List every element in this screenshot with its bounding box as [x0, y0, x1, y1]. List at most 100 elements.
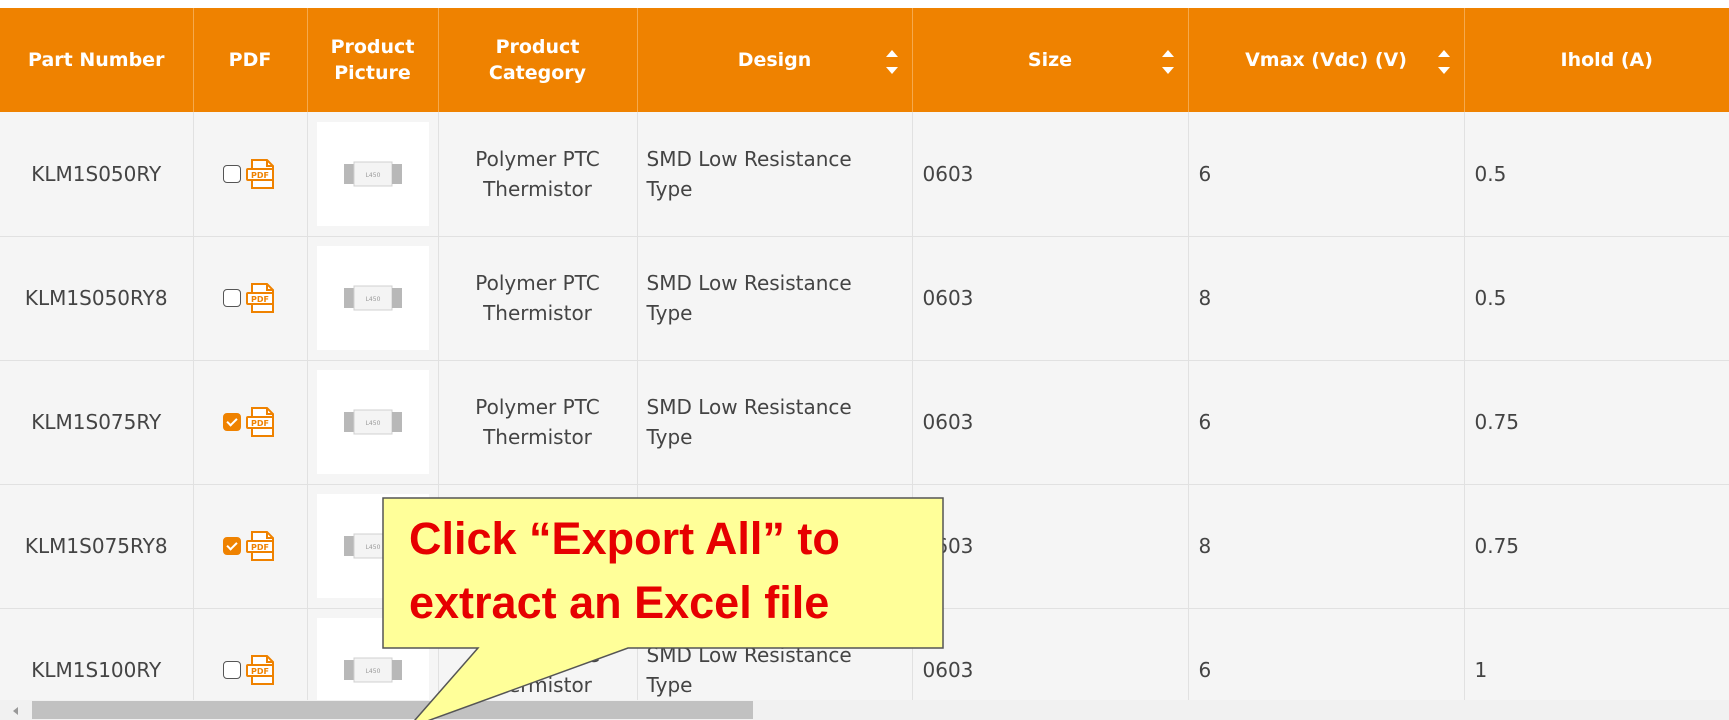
- design-line: Type: [646, 425, 693, 449]
- cell-ihold: 0.75: [1464, 360, 1729, 485]
- checkbox-icon[interactable]: [223, 413, 241, 431]
- header-product-category[interactable]: Product Category: [438, 8, 638, 112]
- design-line: Type: [646, 673, 693, 697]
- svg-text:PDF: PDF: [251, 419, 269, 428]
- category-line: Polymer PTC: [475, 271, 600, 295]
- size-value: 0603: [922, 658, 974, 682]
- sort-icon[interactable]: [1161, 50, 1176, 74]
- pdf-icon[interactable]: PDF: [245, 282, 277, 314]
- checkbox-icon[interactable]: [223, 289, 241, 307]
- cell-product-picture: L450: [307, 112, 439, 237]
- cell-ihold: 0.75: [1464, 484, 1729, 609]
- horizontal-scrollbar[interactable]: [0, 700, 1729, 720]
- svg-text:PDF: PDF: [251, 543, 269, 552]
- cell-design: SMD Low Resistance Type: [637, 112, 913, 237]
- header-label-line: Product: [495, 36, 580, 58]
- header-pdf[interactable]: PDF: [193, 8, 308, 112]
- header-product-picture[interactable]: Product Picture: [307, 8, 439, 112]
- product-thumbnail[interactable]: L450: [316, 370, 429, 474]
- cell-part-number[interactable]: KLM1S075RY8: [0, 484, 194, 609]
- pdf-icon[interactable]: PDF: [245, 654, 277, 686]
- header-design[interactable]: Design: [637, 8, 913, 112]
- scrollbar-thumb[interactable]: [32, 701, 753, 719]
- size-value: 0603: [922, 410, 974, 434]
- ihold-value: 0.75: [1474, 410, 1520, 434]
- product-thumbnail[interactable]: L450: [316, 246, 429, 350]
- header-vmax[interactable]: Vmax (Vdc) (V): [1188, 8, 1465, 112]
- cell-product-picture: L450: [307, 236, 439, 361]
- vmax-value: 8: [1198, 286, 1212, 310]
- header-label: Ihold (A): [1560, 49, 1653, 71]
- cell-size: 0603: [912, 484, 1189, 609]
- cell-part-number[interactable]: KLM1S050RY8: [0, 236, 194, 361]
- part-number[interactable]: KLM1S050RY: [31, 162, 161, 186]
- cell-pdf: PDF: [193, 236, 308, 361]
- ptc-component-icon: L450: [343, 285, 402, 311]
- header-label: Vmax (Vdc) (V): [1245, 49, 1407, 71]
- checkbox-icon[interactable]: [223, 537, 241, 555]
- svg-text:L450: L450: [365, 296, 380, 303]
- svg-text:L450: L450: [365, 668, 380, 675]
- size-value: 0603: [922, 286, 974, 310]
- ihold-value: 1: [1474, 658, 1488, 682]
- cell-pdf: PDF: [193, 360, 308, 485]
- cell-size: 0603: [912, 360, 1189, 485]
- scroll-left-icon[interactable]: [13, 707, 18, 715]
- cell-vmax: 8: [1188, 484, 1465, 609]
- cell-pdf: PDF: [193, 484, 308, 609]
- cell-ihold: 0.5: [1464, 112, 1729, 237]
- product-thumbnail[interactable]: L450: [316, 121, 429, 226]
- table-row[interactable]: KLM1S075RY PDF L450 Polymer PTC Thermist…: [0, 360, 1729, 485]
- category-line: Thermistor: [483, 673, 592, 697]
- category-line: Polymer PTC: [475, 146, 600, 171]
- vmax-value: 8: [1198, 534, 1212, 558]
- sort-icon[interactable]: [1437, 50, 1452, 74]
- cell-product-category: Polymer PTC Thermistor: [438, 236, 638, 361]
- callout-line: extract an Excel file: [409, 577, 830, 628]
- sort-icon[interactable]: [885, 50, 900, 74]
- callout-text: Click “Export All” to extract an Excel f…: [383, 498, 943, 648]
- cell-vmax: 6: [1188, 112, 1465, 237]
- category-line: Thermistor: [483, 301, 592, 325]
- cell-vmax: 6: [1188, 360, 1465, 485]
- cell-product-picture: L450: [307, 360, 439, 485]
- table-row[interactable]: KLM1S050RY PDF L450 Polymer PTC Thermist…: [0, 112, 1729, 237]
- ptc-component-icon: L450: [343, 161, 402, 187]
- design-line: SMD Low Resistance: [646, 146, 852, 171]
- cell-design: SMD Low Resistance Type: [637, 360, 913, 485]
- category-line: Polymer PTC: [475, 395, 600, 419]
- header-label-line: Picture: [334, 62, 411, 84]
- pdf-icon[interactable]: PDF: [245, 406, 277, 438]
- svg-text:PDF: PDF: [251, 171, 269, 180]
- checkbox-icon[interactable]: [223, 661, 241, 679]
- part-number[interactable]: KLM1S050RY8: [25, 286, 168, 310]
- header-ihold[interactable]: Ihold (A): [1464, 8, 1729, 112]
- cell-part-number[interactable]: KLM1S050RY: [0, 112, 194, 237]
- pdf-icon[interactable]: PDF: [245, 530, 277, 562]
- pdf-icon[interactable]: PDF: [245, 158, 277, 190]
- ptc-component-icon: L450: [343, 409, 402, 435]
- part-number[interactable]: KLM1S100RY: [31, 658, 161, 682]
- part-number[interactable]: KLM1S075RY8: [25, 534, 168, 558]
- design-line: SMD Low Resistance: [646, 271, 852, 295]
- ptc-component-icon: L450: [343, 657, 402, 683]
- header-size[interactable]: Size: [912, 8, 1189, 112]
- vmax-value: 6: [1198, 161, 1212, 186]
- cell-part-number[interactable]: KLM1S075RY: [0, 360, 194, 485]
- callout-line: Click “Export All” to: [409, 513, 840, 564]
- part-number[interactable]: KLM1S075RY: [31, 410, 161, 434]
- cell-size: 0603: [912, 236, 1189, 361]
- size-value: 0603: [922, 161, 974, 186]
- checkbox-icon[interactable]: [223, 164, 241, 183]
- header-label: Design: [737, 49, 812, 71]
- svg-text:L450: L450: [365, 172, 380, 179]
- cell-pdf: PDF: [193, 112, 308, 237]
- design-line: Type: [646, 176, 693, 201]
- header-part-number[interactable]: Part Number: [0, 8, 194, 112]
- design-line: Type: [646, 301, 693, 325]
- table-row[interactable]: KLM1S050RY8 PDF L450 Polymer PTC Thermis…: [0, 236, 1729, 361]
- category-line: Thermistor: [483, 176, 592, 201]
- header-label: Part Number: [28, 49, 165, 71]
- ihold-value: 0.5: [1474, 161, 1507, 186]
- cell-product-category: Polymer PTC Thermistor: [438, 360, 638, 485]
